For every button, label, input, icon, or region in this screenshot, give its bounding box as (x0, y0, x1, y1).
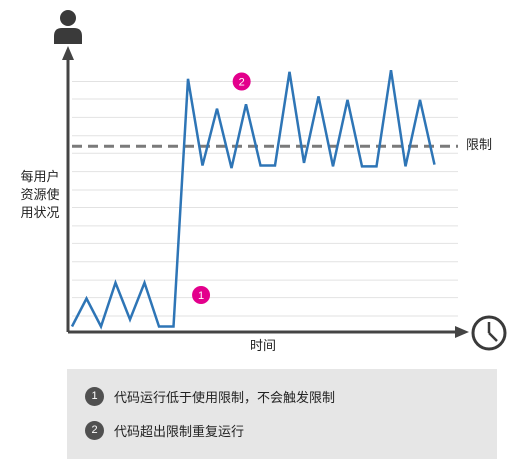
chart-figure: 12 每用户 资源使 用状况 时间 限制 1 代码运行低于使用限制，不会触发限制… (0, 0, 527, 471)
x-axis-label: 时间 (250, 338, 277, 353)
legend-item: 1 代码运行低于使用限制，不会触发限制 (85, 387, 335, 406)
callout-marker-label: 1 (198, 290, 204, 302)
legend-number-badge: 1 (85, 387, 104, 406)
usage-series-line (70, 69, 436, 330)
legend-number-badge: 2 (85, 421, 104, 440)
user-icon (54, 10, 82, 44)
y-axis-arrow-icon (62, 46, 74, 60)
y-axis-label: 每用户 资源使 用状况 (20, 169, 60, 220)
legend-item-text: 代码超出限制重复运行 (114, 424, 245, 439)
x-axis-arrow-icon (455, 326, 469, 338)
callout-marker-label: 2 (239, 77, 245, 89)
legend-item-text: 代码运行低于使用限制，不会触发限制 (114, 390, 336, 405)
limit-label: 限制 (466, 137, 493, 152)
legend-box: 1 代码运行低于使用限制，不会触发限制 2 代码超出限制重复运行 (67, 369, 497, 459)
markers: 12 (192, 72, 251, 304)
clock-icon (471, 315, 507, 351)
legend-item: 2 代码超出限制重复运行 (85, 421, 244, 440)
grid-lines (72, 81, 458, 317)
